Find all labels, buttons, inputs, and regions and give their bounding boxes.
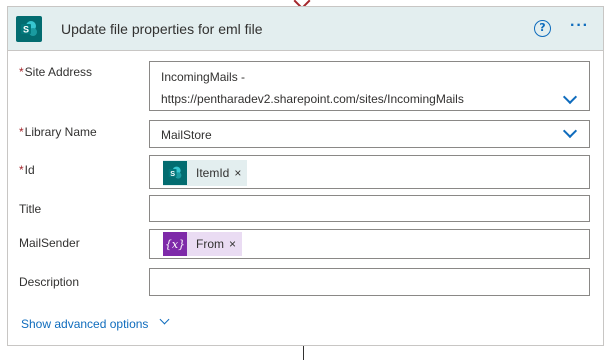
more-options-icon[interactable]: ··· bbox=[570, 17, 594, 37]
chevron-down-icon[interactable] bbox=[562, 89, 578, 105]
chevron-down-icon[interactable] bbox=[562, 123, 578, 139]
remove-token-icon[interactable]: × bbox=[229, 237, 236, 251]
card-header[interactable]: S Update file properties for eml file ? … bbox=[8, 7, 603, 51]
show-advanced-options-link[interactable]: Show advanced options bbox=[21, 317, 148, 331]
required-marker: * bbox=[19, 125, 24, 139]
required-marker: * bbox=[19, 163, 24, 177]
card-title: Update file properties for eml file bbox=[61, 21, 263, 37]
from-token-label: From bbox=[196, 237, 224, 251]
svg-text:S: S bbox=[170, 169, 175, 178]
id-input[interactable]: S ItemId × bbox=[149, 155, 590, 189]
expression-icon: {x} bbox=[163, 232, 187, 256]
from-token[interactable]: {x} From × bbox=[163, 232, 243, 256]
action-card: S Update file properties for eml file ? … bbox=[7, 6, 604, 346]
library-name-dropdown[interactable]: MailStore bbox=[149, 120, 590, 148]
site-address-label: *Site Address bbox=[19, 65, 92, 79]
sharepoint-icon: S bbox=[163, 161, 187, 185]
site-address-dropdown[interactable]: IncomingMails - https://pentharadev2.sha… bbox=[149, 61, 590, 111]
description-input[interactable] bbox=[149, 268, 590, 296]
mail-sender-input[interactable]: {x} From × bbox=[149, 229, 590, 259]
description-label: Description bbox=[19, 275, 80, 289]
library-name-value: MailStore bbox=[161, 128, 212, 142]
chevron-down-icon[interactable] bbox=[159, 314, 170, 325]
id-label-text: Id bbox=[24, 163, 35, 177]
site-address-label-text: Site Address bbox=[24, 65, 93, 79]
required-marker: * bbox=[19, 65, 24, 79]
library-name-label: *Library Name bbox=[19, 125, 97, 139]
svg-text:S: S bbox=[23, 25, 29, 35]
remove-token-icon[interactable]: × bbox=[234, 166, 241, 180]
title-label: Title bbox=[19, 202, 42, 216]
library-name-label-text: Library Name bbox=[24, 125, 97, 139]
itemid-token-label: ItemId bbox=[196, 166, 230, 180]
site-address-value-line2: https://pentharadev2.sharepoint.com/site… bbox=[161, 92, 464, 106]
sharepoint-icon: S bbox=[16, 16, 42, 42]
mail-sender-label: MailSender bbox=[19, 236, 80, 250]
help-icon[interactable]: ? bbox=[534, 20, 551, 37]
connector-line bbox=[303, 346, 304, 360]
title-input[interactable] bbox=[149, 195, 590, 222]
id-label: *Id bbox=[19, 163, 35, 177]
itemid-token[interactable]: S ItemId × bbox=[163, 160, 248, 186]
site-address-value-line1: IncomingMails - bbox=[161, 70, 246, 84]
